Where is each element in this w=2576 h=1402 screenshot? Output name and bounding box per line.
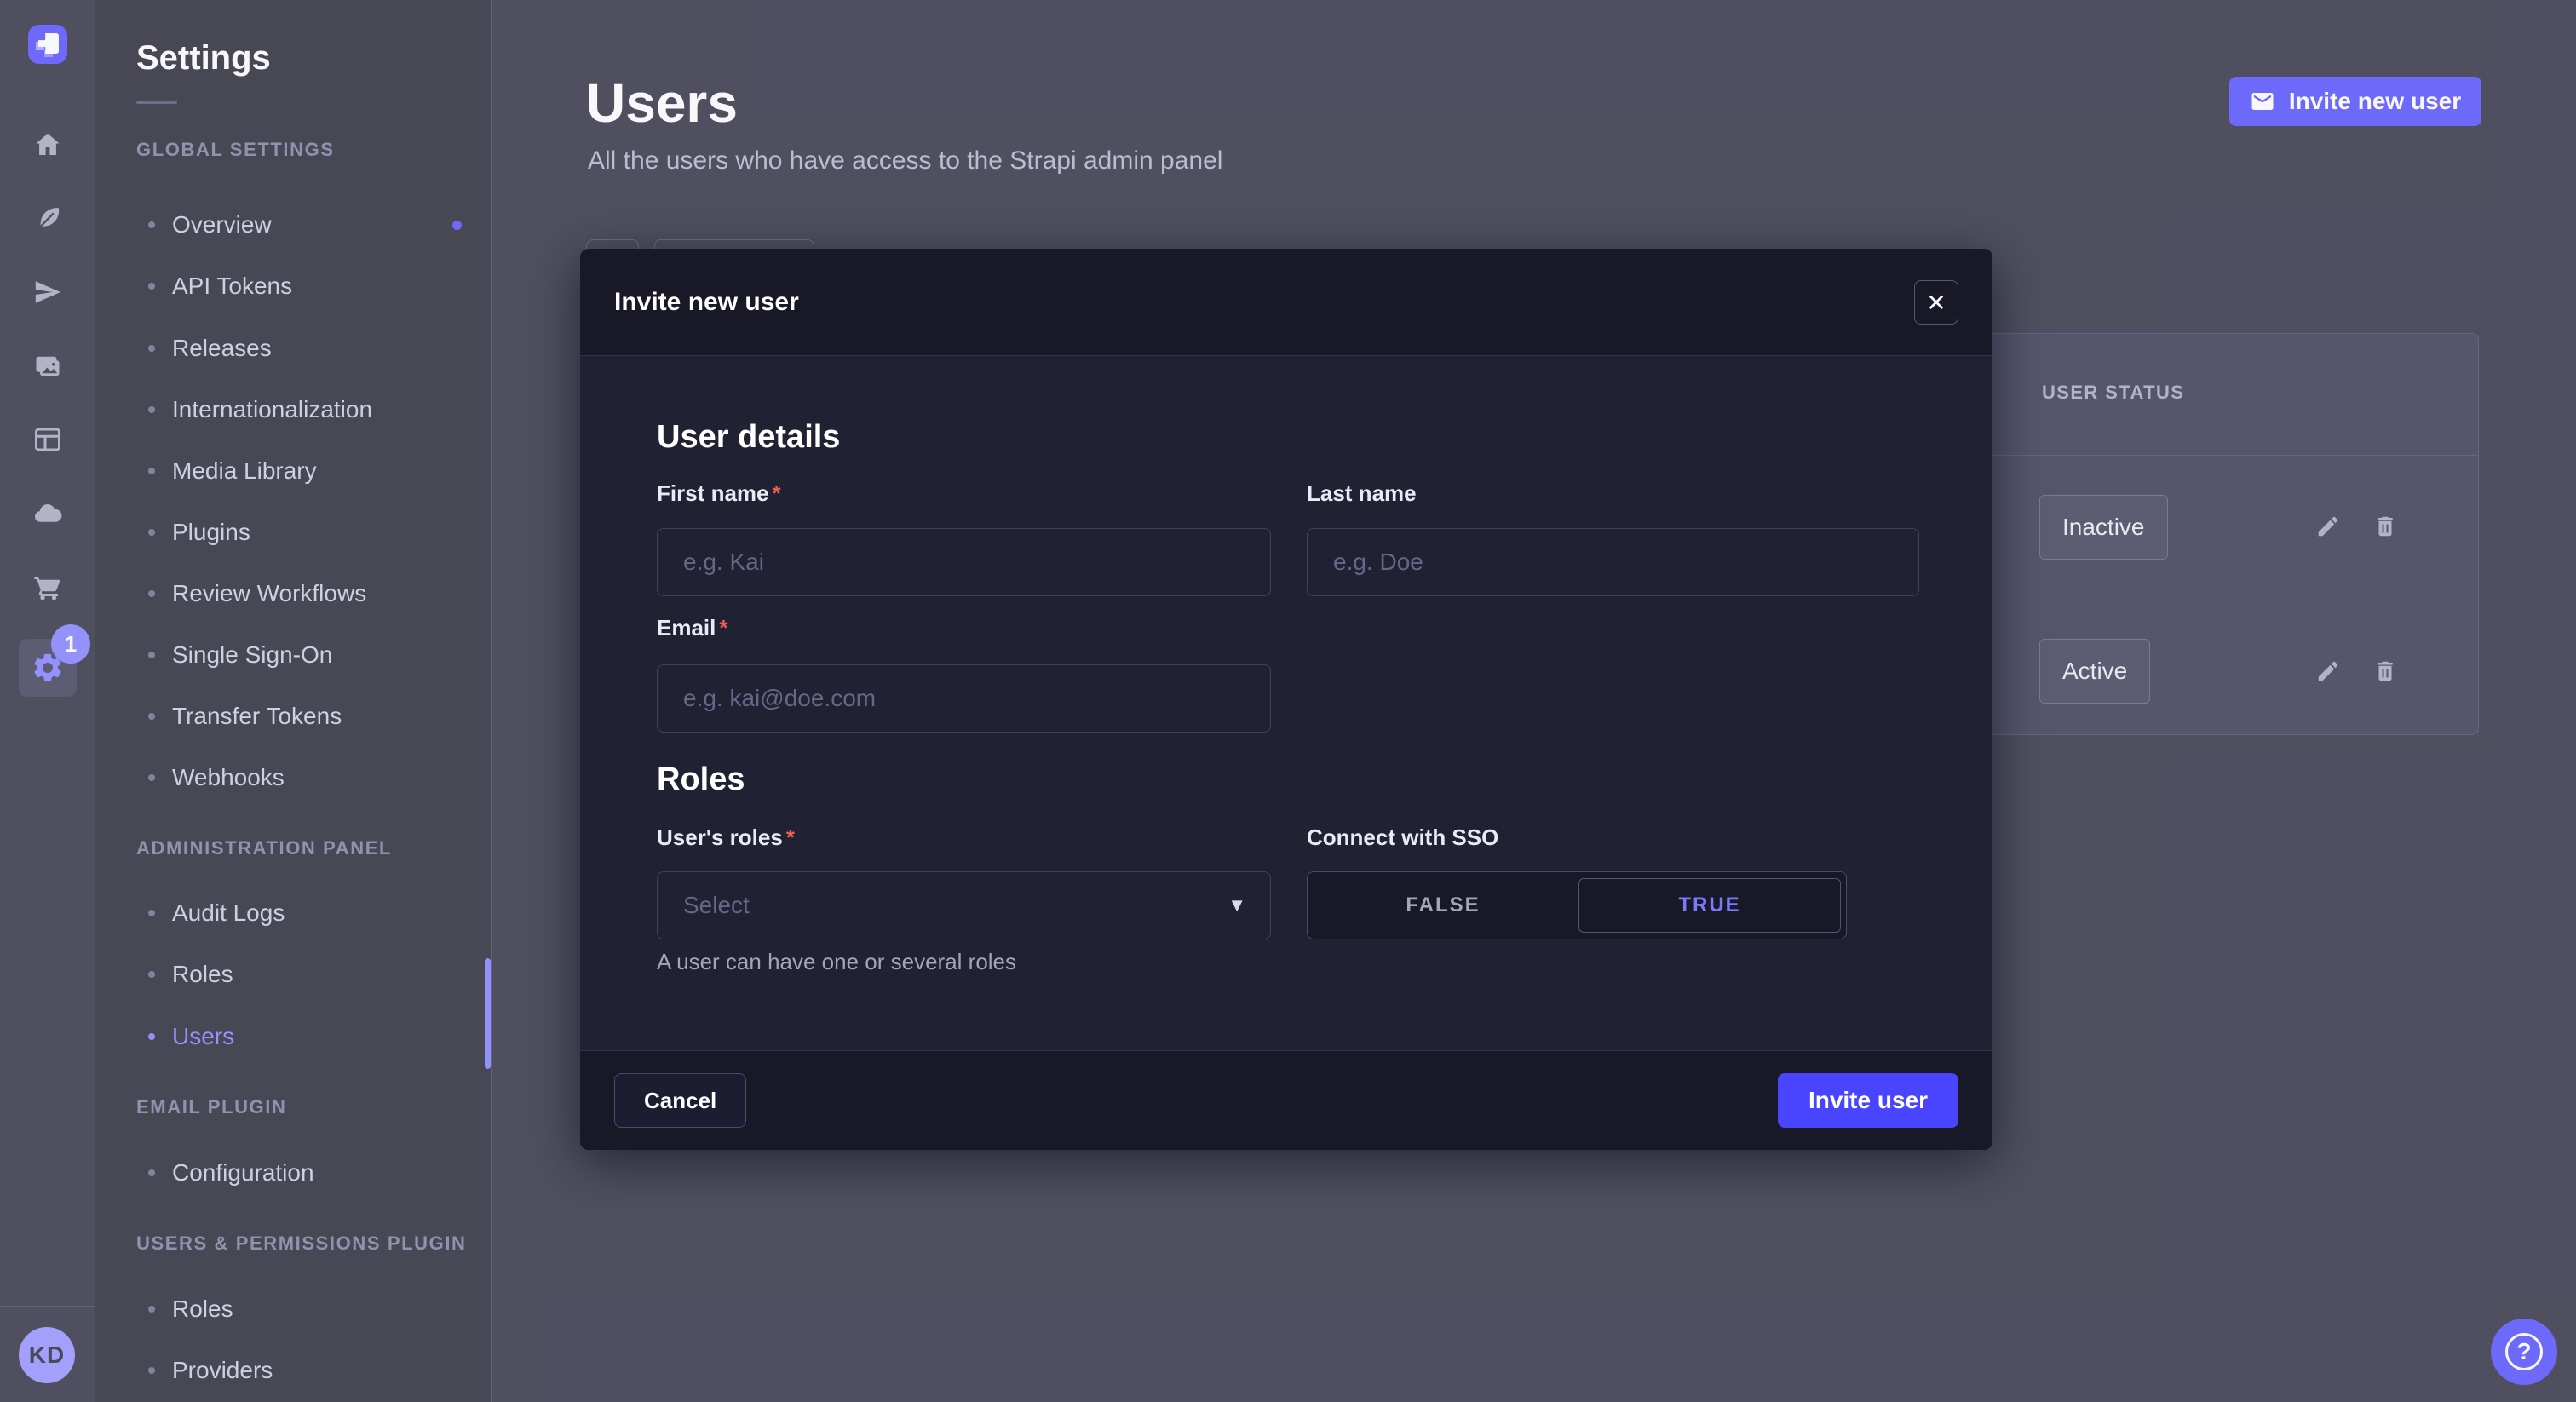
invite-user-modal: Invite new user ✕ User details First nam… bbox=[580, 249, 1992, 1150]
invite-user-submit-button[interactable]: Invite user bbox=[1778, 1073, 1958, 1128]
modal-header: Invite new user ✕ bbox=[580, 249, 1992, 356]
modal-footer: Cancel Invite user bbox=[580, 1050, 1992, 1150]
chevron-down-icon: ▼ bbox=[1228, 894, 1246, 916]
users-roles-label: User's roles* bbox=[657, 825, 795, 851]
cancel-button[interactable]: Cancel bbox=[614, 1073, 746, 1128]
user-details-heading: User details bbox=[657, 419, 840, 456]
first-name-label: First name* bbox=[657, 480, 781, 507]
users-roles-select[interactable]: Select ▼ bbox=[657, 871, 1271, 939]
email-label: Email* bbox=[657, 615, 728, 641]
roles-heading: Roles bbox=[657, 761, 745, 798]
close-icon[interactable]: ✕ bbox=[1914, 280, 1958, 325]
email-field[interactable] bbox=[657, 664, 1271, 733]
modal-title: Invite new user bbox=[614, 249, 799, 356]
sso-toggle: FALSE TRUE bbox=[1307, 871, 1847, 939]
sso-option-false[interactable]: FALSE bbox=[1308, 872, 1578, 939]
sso-option-true[interactable]: TRUE bbox=[1578, 878, 1841, 933]
roles-hint: A user can have one or several roles bbox=[657, 949, 1016, 975]
last-name-label: Last name bbox=[1307, 480, 1417, 507]
first-name-field[interactable] bbox=[657, 528, 1271, 596]
connect-with-sso-label: Connect with SSO bbox=[1307, 825, 1498, 851]
last-name-field[interactable] bbox=[1307, 528, 1919, 596]
